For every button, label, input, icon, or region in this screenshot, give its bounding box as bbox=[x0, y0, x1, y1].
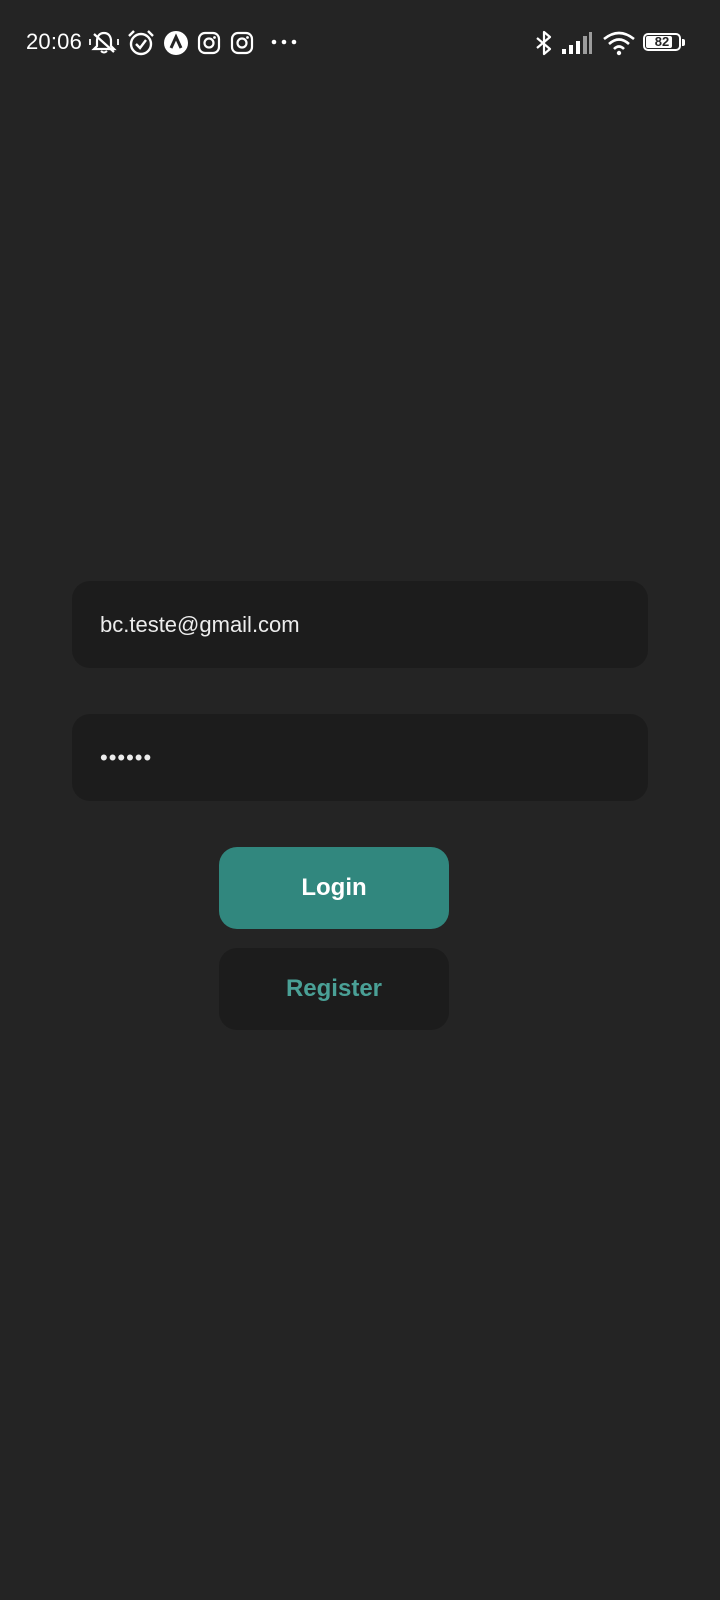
email-input[interactable] bbox=[100, 611, 648, 638]
signal-icon bbox=[561, 30, 593, 56]
battery-level: 82 bbox=[654, 34, 670, 49]
instagram-icon bbox=[230, 30, 254, 56]
battery-icon: 82 bbox=[643, 33, 685, 53]
wifi-icon bbox=[602, 30, 636, 56]
bluetooth-icon bbox=[534, 30, 554, 56]
status-bar: 20:06 82 bbox=[0, 0, 720, 86]
more-dots-icon bbox=[271, 30, 299, 56]
instagram-icon bbox=[197, 30, 221, 56]
login-button[interactable]: Login bbox=[219, 847, 449, 929]
login-screen: 20:06 82 bc.teste@gmail.com •••••• Login… bbox=[0, 0, 720, 1600]
app-arrow-icon bbox=[163, 30, 189, 56]
register-button[interactable]: Register bbox=[219, 948, 449, 1030]
muted-vibrate-icon bbox=[89, 30, 119, 56]
password-input[interactable] bbox=[100, 744, 648, 771]
alarm-icon bbox=[127, 30, 155, 56]
email-field-container[interactable] bbox=[72, 581, 648, 668]
status-time: 20:06 bbox=[26, 29, 83, 54]
password-field-container[interactable] bbox=[72, 714, 648, 801]
